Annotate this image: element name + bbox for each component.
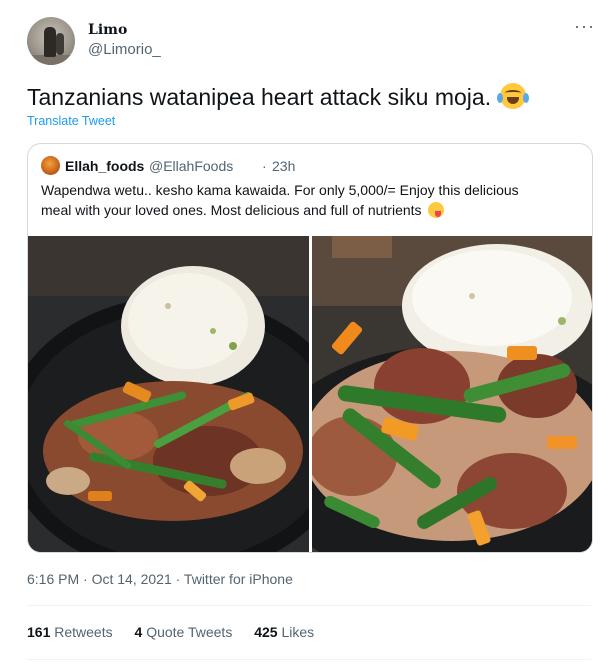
quoted-separator: · <box>262 158 267 174</box>
quoted-author-avatar[interactable] <box>41 156 60 175</box>
face-savoring-food-icon <box>428 202 445 218</box>
engagement-stats: 161 Retweets 4 Quote Tweets 425 Likes <box>27 624 332 640</box>
author-avatar[interactable] <box>27 17 75 65</box>
quoted-author-handle[interactable]: @EllahFoods <box>149 158 233 174</box>
food-photo-1-image <box>28 236 309 552</box>
tweet-text: Tanzanians watanipea heart attack siku m… <box>27 83 529 111</box>
retweets-stat[interactable]: 161 Retweets <box>27 624 113 640</box>
divider-bottom <box>27 659 591 660</box>
tweet-metadata[interactable]: 6:16 PM · Oct 14, 2021 · Twitter for iPh… <box>27 571 293 587</box>
avatar-figure-2 <box>56 33 64 55</box>
quoted-author-display-name[interactable]: Ellah_foods <box>65 158 144 174</box>
quoted-photo-2[interactable] <box>312 236 592 552</box>
divider-top <box>27 605 591 606</box>
translate-tweet-link[interactable]: Translate Tweet <box>27 114 115 128</box>
quoted-photo-1[interactable] <box>28 236 309 552</box>
likes-label: Likes <box>281 624 315 640</box>
likes-count: 425 <box>254 624 278 640</box>
retweets-label: Retweets <box>54 624 113 640</box>
quoted-text-line-1: Wapendwa wetu.. kesho kama kawaida. For … <box>41 182 519 198</box>
quoted-tweet-card[interactable]: Ellah_foods @EllahFoods · 23h Wapendwa w… <box>27 143 593 553</box>
quoted-text-line-2: meal with your loved ones. Most deliciou… <box>41 202 445 218</box>
retweets-count: 161 <box>27 624 51 640</box>
quote-tweets-count: 4 <box>134 624 143 640</box>
tweet: Limo @Limorio_ ··· Tanzanians watanipea … <box>0 0 616 663</box>
quoted-timestamp[interactable]: 23h <box>272 158 295 174</box>
quoted-text-line-2-content: meal with your loved ones. Most deliciou… <box>41 202 422 218</box>
quoted-photos <box>28 236 592 552</box>
author-display-name[interactable]: Limo <box>88 22 127 38</box>
avatar-figure <box>44 27 56 57</box>
food-photo-2-image <box>312 236 592 552</box>
face-with-tears-of-joy-icon <box>496 83 529 109</box>
tweet-text-content: Tanzanians watanipea heart attack siku m… <box>27 84 492 110</box>
more-options-icon[interactable]: ··· <box>574 17 595 35</box>
author-handle[interactable]: @Limorio_ <box>88 41 161 58</box>
likes-stat[interactable]: 425 Likes <box>254 624 314 640</box>
quote-tweets-stat[interactable]: 4 Quote Tweets <box>135 624 233 640</box>
quote-tweets-label: Quote Tweets <box>146 624 233 640</box>
